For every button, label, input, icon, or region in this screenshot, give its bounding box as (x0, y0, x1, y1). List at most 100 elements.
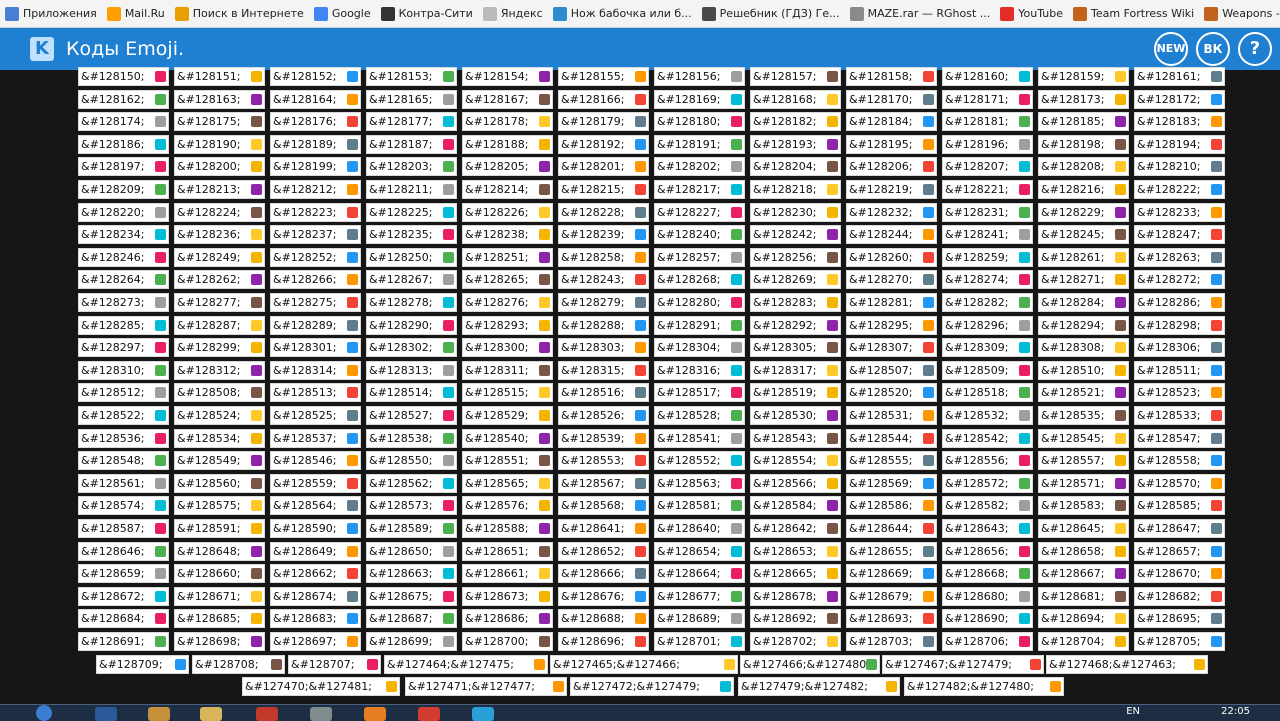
emoji-code-cell[interactable]: &#128648; (174, 542, 265, 561)
emoji-code-cell[interactable]: &#128682; (1134, 587, 1225, 606)
language-indicator[interactable]: EN (1126, 706, 1140, 717)
emoji-code-cell[interactable]: &#128181; (942, 112, 1033, 131)
emoji-code-cell[interactable]: &#128650; (366, 542, 457, 561)
emoji-code-cell[interactable]: &#128534; (174, 429, 265, 448)
emoji-code-cell[interactable]: &#128199; (270, 157, 361, 176)
emoji-code-cell[interactable]: &#128262; (174, 270, 265, 289)
bookmark-item[interactable]: Нож бабочка или б... (548, 0, 697, 27)
bookmark-item[interactable]: Контра-Сити (376, 0, 478, 27)
emoji-code-cell[interactable]: &#128228; (558, 203, 649, 222)
emoji-code-cell[interactable]: &#128563; (654, 474, 745, 493)
emoji-code-cell[interactable]: &#128207; (942, 157, 1033, 176)
emoji-code-cell[interactable]: &#128679; (846, 587, 937, 606)
emoji-code-cell[interactable]: &#128299; (174, 338, 265, 357)
emoji-code-cell[interactable]: &#128662; (270, 564, 361, 583)
emoji-code-cell[interactable]: &#127472;&#127479; (570, 677, 734, 696)
emoji-code-cell[interactable]: &#128280; (654, 293, 745, 312)
emoji-code-cell[interactable]: &#128514; (366, 383, 457, 402)
emoji-code-cell[interactable]: &#128588; (462, 519, 553, 538)
emoji-code-cell[interactable]: &#128292; (750, 316, 841, 335)
emoji-code-cell[interactable]: &#128279; (558, 293, 649, 312)
emoji-code-cell[interactable]: &#128269; (750, 270, 841, 289)
emoji-code-cell[interactable]: &#128523; (1134, 383, 1225, 402)
emoji-code-cell[interactable]: &#128168; (750, 90, 841, 109)
emoji-code-cell[interactable]: &#128193; (750, 135, 841, 154)
emoji-code-cell[interactable]: &#128521; (1038, 383, 1129, 402)
emoji-code-cell[interactable]: &#128210; (1134, 157, 1225, 176)
emoji-code-cell[interactable]: &#127464;&#127475; (384, 655, 548, 674)
emoji-code-cell[interactable]: &#128568; (558, 496, 649, 515)
emoji-code-cell[interactable]: &#128507; (846, 361, 937, 380)
emoji-code-cell[interactable]: &#128232; (846, 203, 937, 222)
emoji-code-cell[interactable]: &#128226; (462, 203, 553, 222)
logo-icon[interactable]: K (30, 37, 54, 61)
emoji-code-cell[interactable]: &#128290; (366, 316, 457, 335)
emoji-code-cell[interactable]: &#128198; (1038, 135, 1129, 154)
bookmark-item[interactable]: Приложения (0, 0, 102, 27)
emoji-code-cell[interactable]: &#128688; (558, 609, 649, 628)
emoji-code-cell[interactable]: &#128569; (846, 474, 937, 493)
emoji-code-cell[interactable]: &#128154; (462, 67, 553, 86)
emoji-code-cell[interactable]: &#128575; (174, 496, 265, 515)
emoji-code-cell[interactable]: &#128300; (462, 338, 553, 357)
emoji-code-cell[interactable]: &#128223; (270, 203, 361, 222)
emoji-code-cell[interactable]: &#128683; (270, 609, 361, 628)
emoji-code-cell[interactable]: &#128316; (654, 361, 745, 380)
emoji-code-cell[interactable]: &#128179; (558, 112, 649, 131)
emoji-code-cell[interactable]: &#128251; (462, 248, 553, 267)
emoji-code-cell[interactable]: &#128655; (846, 542, 937, 561)
emoji-code-cell[interactable]: &#128178; (462, 112, 553, 131)
emoji-code-cell[interactable]: &#128218; (750, 180, 841, 199)
emoji-code-cell[interactable]: &#128213; (174, 180, 265, 199)
emoji-code-cell[interactable]: &#128653; (750, 542, 841, 561)
emoji-code-cell[interactable]: &#128690; (942, 609, 1033, 628)
emoji-code-cell[interactable]: &#128212; (270, 180, 361, 199)
emoji-code-cell[interactable]: &#128701; (654, 632, 745, 651)
emoji-code-cell[interactable]: &#128524; (174, 406, 265, 425)
emoji-code-cell[interactable]: &#128694; (1038, 609, 1129, 628)
emoji-code-cell[interactable]: &#128704; (1038, 632, 1129, 651)
start-button-icon[interactable] (36, 705, 52, 721)
emoji-code-cell[interactable]: &#128554; (750, 451, 841, 470)
emoji-code-cell[interactable]: &#128172; (1134, 90, 1225, 109)
emoji-code-cell[interactable]: &#128240; (654, 225, 745, 244)
emoji-code-cell[interactable]: &#128541; (654, 429, 745, 448)
emoji-code-cell[interactable]: &#128302; (366, 338, 457, 357)
emoji-code-cell[interactable]: &#128582; (942, 496, 1033, 515)
emoji-code-cell[interactable]: &#128533; (1134, 406, 1225, 425)
emoji-code-cell[interactable]: &#128284; (1038, 293, 1129, 312)
emoji-code-cell[interactable]: &#128243; (558, 270, 649, 289)
emoji-code-cell[interactable]: &#128309; (942, 338, 1033, 357)
emoji-code-cell[interactable]: &#128667; (1038, 564, 1129, 583)
emoji-code-cell[interactable]: &#128257; (654, 248, 745, 267)
emoji-code-cell[interactable]: &#128265; (462, 270, 553, 289)
emoji-code-cell[interactable]: &#128267; (366, 270, 457, 289)
emoji-code-cell[interactable]: &#128573; (366, 496, 457, 515)
emoji-code-cell[interactable]: &#128656; (942, 542, 1033, 561)
media-player-icon[interactable] (148, 707, 170, 721)
emoji-code-cell[interactable]: &#128259; (942, 248, 1033, 267)
emoji-code-cell[interactable]: &#128695; (1134, 609, 1225, 628)
bookmark-item[interactable]: Mail.Ru (102, 0, 170, 27)
emoji-code-cell[interactable]: &#128239; (558, 225, 649, 244)
emoji-code-cell[interactable]: &#128170; (846, 90, 937, 109)
emoji-code-cell[interactable]: &#128227; (654, 203, 745, 222)
emoji-code-cell[interactable]: &#128678; (750, 587, 841, 606)
emoji-code-cell[interactable]: &#127466;&#127480; (740, 655, 880, 674)
emoji-code-cell[interactable]: &#128584; (750, 496, 841, 515)
emoji-code-cell[interactable]: &#128263; (1134, 248, 1225, 267)
emoji-code-cell[interactable]: &#128645; (1038, 519, 1129, 538)
emoji-code-cell[interactable]: &#128547; (1134, 429, 1225, 448)
emoji-code-cell[interactable]: &#128652; (558, 542, 649, 561)
emoji-code-cell[interactable]: &#128252; (270, 248, 361, 267)
emoji-code-cell[interactable]: &#128535; (1038, 406, 1129, 425)
emoji-code-cell[interactable]: &#128543; (750, 429, 841, 448)
emoji-code-cell[interactable]: &#128214; (462, 180, 553, 199)
emoji-code-cell[interactable]: &#128187; (366, 135, 457, 154)
emoji-code-cell[interactable]: &#128654; (654, 542, 745, 561)
emoji-code-cell[interactable]: &#128282; (942, 293, 1033, 312)
emoji-code-cell[interactable]: &#128241; (942, 225, 1033, 244)
emoji-code-cell[interactable]: &#128304; (654, 338, 745, 357)
emoji-code-cell[interactable]: &#128519; (750, 383, 841, 402)
emoji-code-cell[interactable]: &#128274; (942, 270, 1033, 289)
